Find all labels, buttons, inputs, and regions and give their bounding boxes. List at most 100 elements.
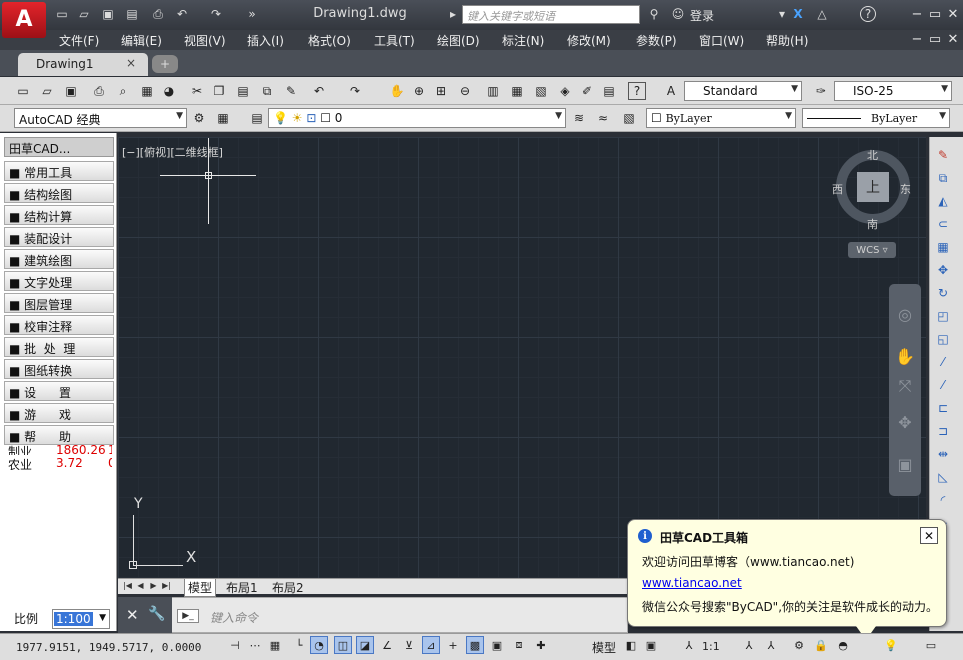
layer-state-icon[interactable]: ▧ xyxy=(620,109,638,127)
quick-view-icon[interactable]: ▣ xyxy=(642,636,660,654)
erase-icon[interactable]: ✎ xyxy=(934,146,952,164)
mirror-icon[interactable]: ◭ xyxy=(934,192,952,210)
color-select[interactable]: ☐ ByLayer ▼ xyxy=(646,108,796,128)
auto-scale-icon[interactable]: ⅄ xyxy=(762,636,780,654)
tab-model[interactable]: 模型 xyxy=(184,579,217,597)
menu-help[interactable]: 帮助(H) xyxy=(766,32,808,49)
zoom-realtime-icon[interactable]: ⊕ xyxy=(410,82,428,100)
help-icon[interactable]: ? xyxy=(628,82,646,100)
customize-icon[interactable]: ▦ xyxy=(214,109,232,127)
steering-wheel-icon[interactable]: ◎ xyxy=(893,302,917,326)
paste-icon[interactable]: ▤ xyxy=(234,82,252,100)
tab-close-icon[interactable]: × xyxy=(126,56,136,70)
layer-previous-icon[interactable]: ≈ xyxy=(594,109,612,127)
ducs-icon[interactable]: ⊻ xyxy=(400,636,418,654)
last-layout-icon[interactable]: ▶| xyxy=(161,579,172,592)
tool-convert[interactable]: ■ 图纸转换 xyxy=(4,359,114,379)
annotation-visibility-icon[interactable]: ⅄ xyxy=(740,636,758,654)
save-icon[interactable]: ▣ xyxy=(100,6,116,22)
clean-screen-icon[interactable]: ▭ xyxy=(922,636,940,654)
sheet-set-icon[interactable]: ◈ xyxy=(556,82,574,100)
coordinates-readout[interactable]: 1977.9151, 1949.5717, 0.0000 xyxy=(16,641,201,654)
compass-north[interactable]: 北 xyxy=(867,147,878,163)
print-icon[interactable]: ⎙ xyxy=(150,6,166,22)
menu-insert[interactable]: 插入(I) xyxy=(247,32,284,49)
doc-restore-button[interactable]: ▭ xyxy=(926,31,944,47)
zoom-previous-icon[interactable]: ⊖ xyxy=(456,82,474,100)
tool-structure-calc[interactable]: ■ 结构计算 xyxy=(4,205,114,225)
print-preview-icon[interactable]: ⌕ xyxy=(114,82,132,100)
copy-base-icon[interactable]: ⧉ xyxy=(258,82,276,100)
close-icon[interactable]: ✕ xyxy=(126,606,139,624)
tool-architecture[interactable]: ■ 建筑绘图 xyxy=(4,249,114,269)
stretch-icon[interactable]: ◱ xyxy=(934,330,952,348)
zoom-extents-icon[interactable]: ⤧ xyxy=(893,374,917,398)
array-icon[interactable]: ▦ xyxy=(934,238,952,256)
copy-icon[interactable]: ❐ xyxy=(210,82,228,100)
menu-modify[interactable]: 修改(M) xyxy=(567,32,611,49)
workspace-switch-icon[interactable]: ⚙ xyxy=(790,636,808,654)
pan-icon[interactable]: ✋ xyxy=(388,82,406,100)
match-properties-icon[interactable]: ✎ xyxy=(282,82,300,100)
minimize-button[interactable]: − xyxy=(908,6,926,22)
prev-layout-icon[interactable]: ◀ xyxy=(135,579,146,592)
scale-icon[interactable]: ◰ xyxy=(934,307,952,325)
tab-layout2[interactable]: 布局2 xyxy=(272,579,304,596)
app-menu-button[interactable]: A xyxy=(2,2,46,38)
selection-cycling-icon[interactable]: ⧈ xyxy=(510,636,528,654)
markup-icon[interactable]: ✐ xyxy=(578,82,596,100)
tool-games[interactable]: ■ 游 戏 xyxy=(4,403,114,423)
chamfer-icon[interactable]: ◺ xyxy=(934,468,952,486)
menu-file[interactable]: 文件(F) xyxy=(59,32,99,49)
save-as-icon[interactable]: ▤ xyxy=(124,6,140,22)
hardware-acceleration-icon[interactable]: ◓ xyxy=(834,636,852,654)
menu-dimension[interactable]: 标注(N) xyxy=(502,32,544,49)
tool-common[interactable]: ■ 常用工具 xyxy=(4,161,114,181)
compass-south[interactable]: 南 xyxy=(867,216,878,232)
recent-commands-icon[interactable]: ▶_ xyxy=(177,609,199,623)
viewcube-top-face[interactable]: 上 xyxy=(857,172,889,202)
search-input[interactable]: 键入关键字或短语 xyxy=(462,5,640,24)
layer-properties-icon[interactable]: ▤ xyxy=(248,109,266,127)
move-icon[interactable]: ✥ xyxy=(934,261,952,279)
offset-icon[interactable]: ⊂ xyxy=(934,215,952,233)
tool-palettes-icon[interactable]: ▧ xyxy=(532,82,550,100)
tool-batch[interactable]: ■ 批 处 理 xyxy=(4,337,114,357)
chevron-right-icon[interactable]: ▸ xyxy=(445,6,461,22)
properties-icon[interactable]: ▥ xyxy=(484,82,502,100)
lock-icon[interactable]: 🔒 xyxy=(812,636,830,654)
open-icon[interactable]: ▱ xyxy=(38,82,56,100)
3d-osnap-icon[interactable]: ◪ xyxy=(356,636,374,654)
polar-icon[interactable]: ◔ xyxy=(310,636,328,654)
command-input[interactable]: 键入命令 xyxy=(210,609,258,626)
save-icon[interactable]: ▣ xyxy=(62,82,80,100)
annotation-scale-value[interactable]: 1:1 xyxy=(702,640,720,653)
otrack-icon[interactable]: ∠ xyxy=(378,636,396,654)
undo-icon[interactable]: ↶ xyxy=(174,6,190,22)
grid-icon[interactable]: ▦ xyxy=(266,636,284,654)
design-center-icon[interactable]: ▦ xyxy=(508,82,526,100)
annotation-scale-icon[interactable]: ⅄ xyxy=(680,636,698,654)
new-icon[interactable]: ▭ xyxy=(14,82,32,100)
restore-button[interactable]: ▭ xyxy=(926,6,944,22)
menu-window[interactable]: 窗口(W) xyxy=(699,32,744,49)
rotate-icon[interactable]: ↻ xyxy=(934,284,952,302)
text-style-icon[interactable]: A xyxy=(662,82,680,100)
a360-icon[interactable]: △ xyxy=(814,6,830,22)
redo-icon[interactable]: ↷ xyxy=(208,6,224,22)
orbit-icon[interactable]: ✥ xyxy=(893,410,917,434)
plot-icon[interactable]: ⎙ xyxy=(90,82,108,100)
model-space-button[interactable]: 模型 xyxy=(592,639,616,656)
calculator-icon[interactable]: ▤ xyxy=(600,82,618,100)
menu-draw[interactable]: 绘图(D) xyxy=(437,32,480,49)
fillet-icon[interactable]: ◜ xyxy=(934,491,952,509)
join-icon[interactable]: ⇹ xyxy=(934,445,952,463)
compass-east[interactable]: 东 xyxy=(900,181,911,197)
open-file-icon[interactable]: ▱ xyxy=(76,6,92,22)
pan-icon[interactable]: ✋ xyxy=(893,344,917,368)
doc-close-button[interactable]: ✕ xyxy=(944,31,962,47)
lineweight-icon[interactable]: + xyxy=(444,636,462,654)
next-layout-icon[interactable]: ▶ xyxy=(148,579,159,592)
make-current-layer-icon[interactable]: ≋ xyxy=(570,109,588,127)
login-button[interactable]: 登录 xyxy=(690,7,714,24)
